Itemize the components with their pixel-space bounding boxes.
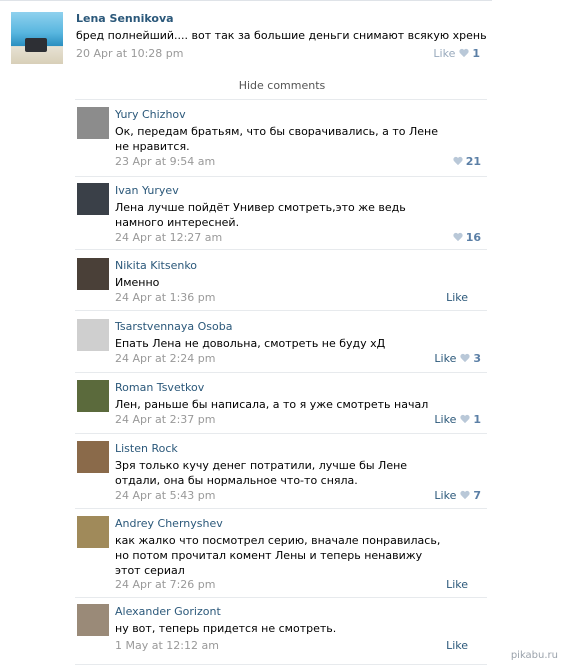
comment-like-button[interactable]: Like 7 xyxy=(434,489,481,502)
comment-author[interactable]: Tsarstvennaya Osoba xyxy=(115,320,233,333)
post-like-count: 1 xyxy=(472,47,480,60)
comment-item: Andrey Chernyshev как жалко что посмотре… xyxy=(75,516,487,598)
comment-like-button[interactable]: 16 xyxy=(449,231,481,244)
comment-author[interactable]: Alexander Gorizont xyxy=(115,605,221,618)
comment-like-label: Like xyxy=(434,489,457,502)
comment-item: Listen Rock Зря только кучу денег потрат… xyxy=(75,441,487,509)
comment-date[interactable]: 24 Apr at 12:27 am xyxy=(115,231,222,244)
comment-avatar[interactable] xyxy=(77,380,109,412)
comment-like-button[interactable]: Like xyxy=(446,639,468,652)
comment-avatar[interactable] xyxy=(77,183,109,215)
comment-like-count: 21 xyxy=(465,155,481,168)
comment-date[interactable]: 24 Apr at 5:43 pm xyxy=(115,489,215,502)
heart-icon xyxy=(453,157,463,166)
comment-date[interactable]: 24 Apr at 2:24 pm xyxy=(115,352,215,365)
comment-item: Alexander Gorizont ну вот, теперь придет… xyxy=(75,604,487,660)
comment-like-button[interactable]: Like 3 xyxy=(434,352,481,365)
comment-text: Лен, раньше бы написала, а то я уже смот… xyxy=(115,398,429,411)
post-date[interactable]: 20 Apr at 10:28 pm xyxy=(76,47,183,60)
post-like-button[interactable]: Like 1 xyxy=(433,47,480,60)
comment-like-count: 7 xyxy=(473,489,481,502)
top-divider xyxy=(0,0,492,1)
comment-item: Ivan Yuryev Лена лучше пойдёт Универ смо… xyxy=(75,183,487,251)
comment-avatar[interactable] xyxy=(77,319,109,351)
comment-date[interactable]: 24 Apr at 1:36 pm xyxy=(115,291,215,304)
comments-divider xyxy=(75,99,487,100)
comment-divider xyxy=(75,176,487,177)
comment-item: Roman Tsvetkov Лен, раньше бы написала, … xyxy=(75,380,487,434)
comment-like-label: Like xyxy=(434,413,457,426)
comment-author[interactable]: Listen Rock xyxy=(115,442,178,455)
comment-divider xyxy=(75,249,487,250)
comment-avatar[interactable] xyxy=(77,258,109,290)
comment-divider xyxy=(75,372,487,373)
post-author-name[interactable]: Lena Sennikova xyxy=(76,12,174,25)
comment-like-button[interactable]: Like 1 xyxy=(434,413,481,426)
comment-item: Nikita Kitsenko Именно 24 Apr at 1:36 pm… xyxy=(75,258,487,312)
post-author-avatar[interactable] xyxy=(11,12,63,64)
post-like-label: Like xyxy=(433,47,456,60)
post-text: бред полнейший.... вот так за большие де… xyxy=(76,29,487,42)
comment-avatar[interactable] xyxy=(77,604,109,636)
comment-divider xyxy=(75,433,487,434)
comment-text: как жалко что посмотрел серию, вначале п… xyxy=(115,534,441,577)
comment-like-button[interactable]: Like xyxy=(446,578,468,591)
comment-divider xyxy=(75,597,487,598)
comment-divider xyxy=(75,664,487,665)
comment-like-count: 3 xyxy=(473,352,481,365)
comment-author[interactable]: Roman Tsvetkov xyxy=(115,381,204,394)
comment-author[interactable]: Ivan Yuryev xyxy=(115,184,179,197)
comment-avatar[interactable] xyxy=(77,441,109,473)
comment-divider xyxy=(75,508,487,509)
comment-date[interactable]: 24 Apr at 2:37 pm xyxy=(115,413,215,426)
comment-like-button[interactable]: 21 xyxy=(449,155,481,168)
comment-like-button[interactable]: Like xyxy=(446,291,468,304)
heart-icon xyxy=(460,354,470,363)
comment-like-count: 16 xyxy=(465,231,481,244)
heart-icon xyxy=(460,491,470,500)
hide-comments-link[interactable]: Hide comments xyxy=(0,79,564,92)
comment-avatar[interactable] xyxy=(77,107,109,139)
comment-author[interactable]: Yury Chizhov xyxy=(115,108,186,121)
comment-like-count: 1 xyxy=(473,413,481,426)
heart-icon xyxy=(460,415,470,424)
comment-divider xyxy=(75,310,487,311)
comment-item: Yury Chizhov Ок, передам братьям, что бы… xyxy=(75,107,487,177)
comment-text: Лена лучше пойдёт Универ смотреть,это же… xyxy=(115,201,406,229)
comment-text: Зря только кучу денег потратили, лучше б… xyxy=(115,459,408,487)
comment-date[interactable]: 1 May at 12:12 am xyxy=(115,639,219,652)
comment-text: Именно xyxy=(115,276,160,289)
heart-icon xyxy=(459,49,469,58)
heart-icon xyxy=(453,233,463,242)
comment-text: Ок, передам братьям, что бы сворачивалис… xyxy=(115,125,438,153)
wall-post: Lena Sennikova бред полнейший.... вот та… xyxy=(11,12,491,67)
comment-date[interactable]: 23 Apr at 9:54 am xyxy=(115,155,215,168)
comment-item: Tsarstvennaya Osoba Епать Лена не доволь… xyxy=(75,319,487,373)
watermark: pikabu.ru xyxy=(510,650,558,661)
comment-avatar[interactable] xyxy=(77,516,109,548)
comment-text: ну вот, теперь придется не смотреть. xyxy=(115,622,337,635)
comment-like-label: Like xyxy=(434,352,457,365)
comment-author[interactable]: Nikita Kitsenko xyxy=(115,259,197,272)
comment-date[interactable]: 24 Apr at 7:26 pm xyxy=(115,578,215,591)
comment-text: Епать Лена не довольна, смотреть не буду… xyxy=(115,337,386,350)
comment-author[interactable]: Andrey Chernyshev xyxy=(115,517,223,530)
